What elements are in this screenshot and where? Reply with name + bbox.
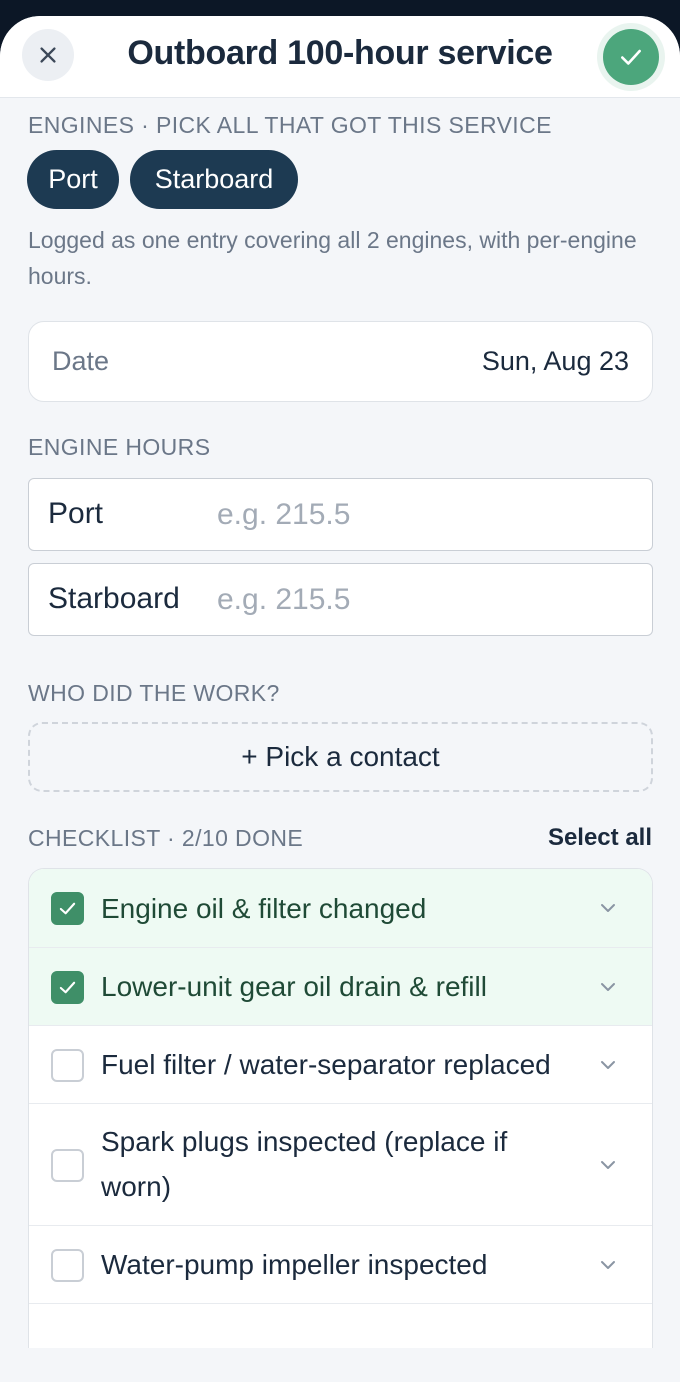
service-sheet: Outboard 100-hour service ENGINES · PICK… xyxy=(0,16,680,1382)
save-button[interactable] xyxy=(603,29,659,85)
checkbox-unchecked[interactable] xyxy=(51,1249,84,1282)
checkmark-icon xyxy=(59,902,76,915)
hours-row-port: Port xyxy=(28,478,653,551)
checkbox-checked[interactable] xyxy=(51,892,84,925)
port-hours-input[interactable] xyxy=(217,489,637,541)
chevron-down-icon[interactable] xyxy=(596,1053,620,1077)
engine-chip-starboard[interactable]: Starboard xyxy=(130,150,298,209)
checklist: Engine oil & filter changed Lower-unit g… xyxy=(28,868,653,1348)
checkbox-unchecked[interactable] xyxy=(51,1149,84,1182)
chevron-down-icon[interactable] xyxy=(596,1253,620,1277)
chevron-down-icon[interactable] xyxy=(596,975,620,999)
checkbox-unchecked[interactable] xyxy=(51,1049,84,1082)
checklist-item[interactable]: Engine oil & filter changed xyxy=(29,869,652,948)
hours-label-starboard: Starboard xyxy=(48,582,180,615)
checklist-item[interactable]: Fuel filter / water-separator replaced xyxy=(29,1026,652,1104)
checkmark-icon xyxy=(59,981,76,994)
date-field[interactable]: Date Sun, Aug 23 xyxy=(28,321,653,402)
engines-helper-text: Logged as one entry covering all 2 engin… xyxy=(28,227,637,289)
engine-chip-port[interactable]: Port xyxy=(27,150,119,209)
checklist-item-label: Fuel filter / water-separator replaced xyxy=(101,1049,551,1080)
hours-row-starboard: Starboard xyxy=(28,563,653,636)
checklist-item-label: Engine oil & filter changed xyxy=(101,893,427,924)
page-title: Outboard 100-hour service xyxy=(127,34,553,72)
checklist-item-label: Water-pump impeller inspected xyxy=(101,1249,488,1280)
contact-section-label: WHO DID THE WORK? xyxy=(28,680,280,706)
select-all-link[interactable]: Select all xyxy=(548,824,652,852)
starboard-hours-input[interactable] xyxy=(217,574,637,626)
sheet-header: Outboard 100-hour service xyxy=(0,16,680,98)
checklist-item-label: Lower-unit gear oil drain & refill xyxy=(101,971,487,1002)
date-value: Sun, Aug 23 xyxy=(481,346,629,376)
checklist-item-label: Spark plugs inspected (replace if worn) xyxy=(101,1126,508,1202)
chevron-down-icon[interactable] xyxy=(596,896,620,920)
checkmark-icon xyxy=(621,49,641,65)
checkbox-checked[interactable] xyxy=(51,971,84,1004)
engines-section-label: ENGINES · PICK ALL THAT GOT THIS SERVICE xyxy=(28,112,552,138)
checklist-item[interactable]: Lower-unit gear oil drain & refill xyxy=(29,948,652,1026)
hours-label-port: Port xyxy=(48,497,104,530)
checklist-item[interactable]: Spark plugs inspected (replace if worn) xyxy=(29,1104,652,1226)
checklist-section-label: CHECKLIST · 2/10 DONE xyxy=(28,825,304,851)
pick-contact-button[interactable]: + Pick a contact xyxy=(28,722,653,792)
checklist-item[interactable]: Water-pump impeller inspected xyxy=(29,1226,652,1304)
chevron-down-icon[interactable] xyxy=(596,1153,620,1177)
date-label: Date xyxy=(52,346,110,376)
engine-hours-label: ENGINE HOURS xyxy=(28,434,211,460)
